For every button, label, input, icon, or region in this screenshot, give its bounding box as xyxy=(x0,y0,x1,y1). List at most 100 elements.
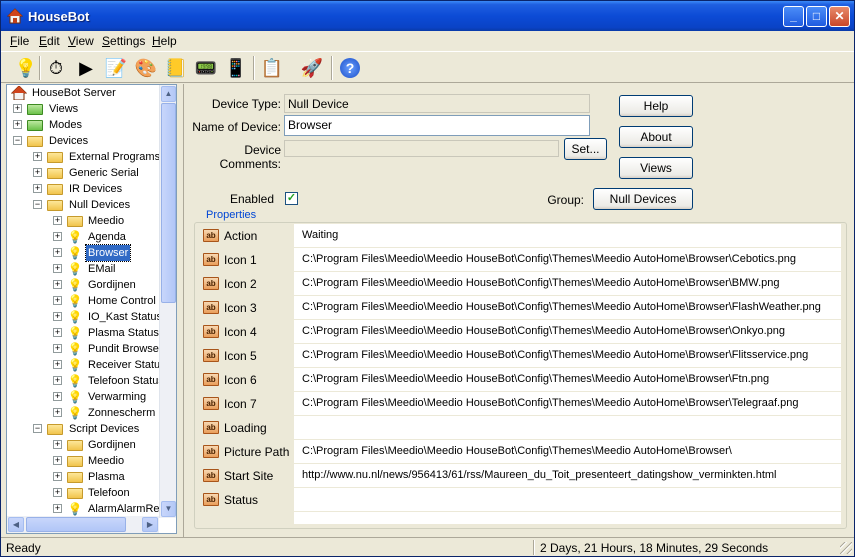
collapse-minus-icon[interactable]: − xyxy=(33,200,42,209)
display-tool-icon[interactable]: 📟 xyxy=(193,55,219,81)
folder-icon xyxy=(67,440,83,451)
expand-plus-icon[interactable]: + xyxy=(33,184,42,193)
property-value[interactable]: C:\Program Files\Meedio\Meedio HouseBot\… xyxy=(302,373,769,385)
group-button[interactable]: Null Devices xyxy=(593,188,693,210)
expand-plus-icon[interactable]: + xyxy=(53,472,62,481)
palette-tool-icon[interactable]: 🎨 xyxy=(133,55,159,81)
property-row[interactable]: ab Icon 6 C:\Program Files\Meedio\Meedio H… xyxy=(198,368,841,392)
minimize-button[interactable]: _ xyxy=(783,6,804,27)
expand-plus-icon[interactable]: + xyxy=(53,232,62,241)
maximize-button[interactable]: □ xyxy=(806,6,827,27)
property-row[interactable]: ab Action Waiting xyxy=(198,224,841,248)
property-row[interactable]: ab Icon 3 C:\Program Files\Meedio\Meedio H… xyxy=(198,296,841,320)
expand-plus-icon[interactable]: + xyxy=(53,440,62,449)
menu-view[interactable]: View xyxy=(68,34,94,48)
property-value[interactable]: C:\Program Files\Meedio\Meedio HouseBot\… xyxy=(302,325,785,337)
expand-plus-icon[interactable]: + xyxy=(53,408,62,417)
property-row[interactable]: ab Loading xyxy=(198,416,841,440)
menu-help-label: elp xyxy=(160,34,177,48)
expand-plus-icon[interactable]: + xyxy=(53,280,62,289)
notes-tool-icon[interactable]: 📋 xyxy=(259,55,285,81)
views-button[interactable]: Views xyxy=(619,157,693,179)
close-button[interactable]: ✕ xyxy=(829,6,850,27)
rocket-tool-icon[interactable]: 🚀 xyxy=(299,55,325,81)
menu-edit[interactable]: Edit xyxy=(39,34,60,48)
expand-plus-icon[interactable]: + xyxy=(53,392,62,401)
expand-plus-icon[interactable]: + xyxy=(53,344,62,353)
property-value[interactable]: C:\Program Files\Meedio\Meedio HouseBot\… xyxy=(302,445,732,457)
collapse-minus-icon[interactable]: − xyxy=(33,424,42,433)
resize-grip-icon[interactable] xyxy=(840,542,852,554)
expand-plus-icon[interactable]: + xyxy=(53,488,62,497)
expand-plus-icon[interactable]: + xyxy=(53,216,62,225)
property-row[interactable]: ab Icon 1 C:\Program Files\Meedio\Meedio H… xyxy=(198,248,841,272)
menu-settings[interactable]: Settings xyxy=(102,34,145,48)
tree-horizontal-scrollbar[interactable]: ◀ ▶ xyxy=(7,516,159,533)
expand-plus-icon[interactable]: + xyxy=(53,504,62,513)
property-value[interactable]: C:\Program Files\Meedio\Meedio HouseBot\… xyxy=(302,397,798,409)
expand-plus-icon[interactable]: + xyxy=(53,248,62,257)
property-row[interactable]: ab Status xyxy=(198,488,841,512)
expand-plus-icon[interactable]: + xyxy=(53,360,62,369)
scroll-left-icon[interactable]: ◀ xyxy=(8,517,24,532)
property-row[interactable]: ab Start Site http://www.nu.nl/news/956413… xyxy=(198,464,841,488)
remote-tool-icon[interactable]: 📱 xyxy=(223,55,249,81)
play-tool-icon[interactable]: ▶ xyxy=(73,55,99,81)
scroll-thumb[interactable] xyxy=(161,103,176,303)
device-tree[interactable]: HouseBot Server + Views + Modes − Device… xyxy=(6,84,177,534)
lightbulb-tool-icon[interactable]: 💡 xyxy=(13,55,39,81)
device-name-input[interactable]: Browser xyxy=(284,115,590,136)
property-row[interactable]: ab Icon 7 C:\Program Files\Meedio\Meedio H… xyxy=(198,392,841,416)
property-value[interactable]: http://www.nu.nl/news/956413/61/rss/Maur… xyxy=(302,469,777,481)
tree-label: Meedio xyxy=(88,215,125,227)
tree-vertical-scrollbar[interactable]: ▲ ▼ xyxy=(159,85,176,518)
help-tool-icon[interactable]: ? xyxy=(337,55,363,81)
folder-icon xyxy=(67,216,83,227)
uptime-text: 2 Days, 21 Hours, 18 Minutes, 29 Seconds xyxy=(540,541,769,555)
edit-tool-icon[interactable]: 📝 xyxy=(103,55,129,81)
menu-view-label: iew xyxy=(75,34,94,48)
lightbulb-icon: 💡 xyxy=(67,374,83,388)
expand-plus-icon[interactable]: + xyxy=(53,376,62,385)
title-bar[interactable]: HouseBot _ □ ✕ xyxy=(1,1,854,31)
enabled-checkbox[interactable]: ✓ xyxy=(285,192,298,205)
collapse-minus-icon[interactable]: − xyxy=(13,136,22,145)
expand-plus-icon[interactable]: + xyxy=(13,120,22,129)
property-value[interactable]: C:\Program Files\Meedio\Meedio HouseBot\… xyxy=(302,301,821,313)
scroll-down-icon[interactable]: ▼ xyxy=(161,501,176,517)
timer-tool-icon[interactable]: ⏱ xyxy=(43,55,69,81)
set-comments-button[interactable]: Set... xyxy=(564,138,607,160)
menu-file[interactable]: File xyxy=(10,34,29,48)
scroll-right-icon[interactable]: ▶ xyxy=(142,517,158,532)
property-row[interactable]: ab Icon 5 C:\Program Files\Meedio\Meedio H… xyxy=(198,344,841,368)
tree-label: Verwarming xyxy=(88,391,147,403)
property-name: Icon 1 xyxy=(224,253,257,267)
tree-label-selected: Browser xyxy=(84,244,132,262)
property-value[interactable]: C:\Program Files\Meedio\Meedio HouseBot\… xyxy=(302,253,796,265)
expand-plus-icon[interactable]: + xyxy=(53,456,62,465)
scroll-thumb[interactable] xyxy=(26,517,126,532)
properties-grid[interactable]: ab Action Waiting ab Icon 1 C:\Program Files… xyxy=(198,224,841,524)
expand-plus-icon[interactable]: + xyxy=(53,312,62,321)
folder-open-icon xyxy=(47,200,63,211)
toolbar-separator xyxy=(39,56,41,80)
property-value[interactable]: C:\Program Files\Meedio\Meedio HouseBot\… xyxy=(302,349,808,361)
text-type-icon: ab xyxy=(203,397,219,410)
about-button[interactable]: About xyxy=(619,126,693,148)
expand-plus-icon[interactable]: + xyxy=(53,328,62,337)
help-button[interactable]: Help xyxy=(619,95,693,117)
book-tool-icon[interactable]: 📒 xyxy=(163,55,189,81)
property-row[interactable]: ab Picture Path C:\Program Files\Meedio\Me… xyxy=(198,440,841,464)
property-value[interactable]: C:\Program Files\Meedio\Meedio HouseBot\… xyxy=(302,277,780,289)
expand-plus-icon[interactable]: + xyxy=(33,168,42,177)
expand-plus-icon[interactable]: + xyxy=(33,152,42,161)
menu-help[interactable]: Help xyxy=(152,34,177,48)
property-row[interactable]: ab Icon 2 C:\Program Files\Meedio\Meedio H… xyxy=(198,272,841,296)
expand-plus-icon[interactable]: + xyxy=(13,104,22,113)
expand-plus-icon[interactable]: + xyxy=(53,264,62,273)
scroll-up-icon[interactable]: ▲ xyxy=(161,86,176,102)
expand-plus-icon[interactable]: + xyxy=(53,296,62,305)
window-title: HouseBot xyxy=(28,9,90,24)
property-value[interactable]: Waiting xyxy=(302,229,338,241)
property-row[interactable]: ab Icon 4 C:\Program Files\Meedio\Meedio H… xyxy=(198,320,841,344)
